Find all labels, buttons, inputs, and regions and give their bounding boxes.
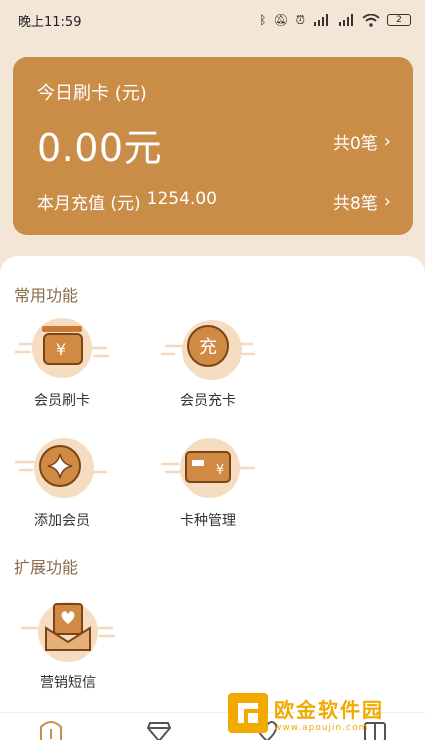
func-card-type-manage[interactable]: ¥ 卡种管理	[148, 432, 268, 530]
month-amount: 1254.00	[146, 189, 217, 209]
month-count-link[interactable]: 共8笔 ›	[333, 189, 391, 214]
month-recharge: 本月充值 (元) 1254.00	[37, 189, 217, 214]
today-count: 共0笔	[332, 134, 378, 154]
func-label: 会员充卡	[180, 393, 236, 409]
signal-hd-icon	[339, 14, 353, 26]
recharge-coin-icon: 充	[160, 320, 256, 380]
func-marketing-sms[interactable]: 营销短信	[8, 594, 128, 692]
svg-text:¥: ¥	[56, 340, 66, 359]
func-label: 卡种管理	[180, 513, 236, 529]
chevron-right-icon: ›	[383, 130, 391, 152]
svg-text:充: 充	[199, 337, 217, 358]
month-label: 本月充值 (元)	[37, 194, 141, 214]
func-label: 添加会员	[34, 513, 90, 529]
watermark-logo-icon	[228, 693, 268, 733]
chevron-right-icon: ›	[383, 190, 391, 212]
heart-envelope-icon	[20, 602, 116, 662]
wifi-icon	[362, 13, 380, 27]
card-yuan-icon: ¥	[160, 438, 256, 498]
function-panel: 常用功能 ¥ 会员刷卡 充 会员充卡 添加会员 ¥ 卡种管理 扩展功能 营销短信	[0, 256, 425, 740]
summary-card: 今日刷卡 (元) 0.00元 共0笔 › 本月充值 (元) 1254.00 共8…	[13, 57, 413, 235]
watermark-title: 欧金软件园	[274, 697, 384, 722]
status-bar: 晚上11:59 ᛒ 🔕︎ ⏰︎ 2	[0, 0, 425, 40]
func-member-recharge[interactable]: 充 会员充卡	[148, 312, 268, 410]
today-amount: 0.00元	[37, 126, 163, 170]
section-title-extended: 扩展功能	[14, 558, 79, 577]
watermark-url: www.apoujin.com	[274, 722, 369, 733]
diamond-icon[interactable]	[146, 717, 172, 740]
func-label: 营销短信	[40, 675, 96, 691]
watermark: 欧金软件园 www.apoujin.com	[228, 690, 420, 736]
alarm-icon: ⏰︎	[295, 12, 305, 27]
add-member-star-icon	[14, 438, 108, 498]
section-title-common: 常用功能	[14, 286, 79, 305]
svg-text:¥: ¥	[216, 463, 224, 478]
today-label: 今日刷卡 (元)	[37, 83, 147, 104]
status-icons: ᛒ 🔕︎ ⏰︎ 2	[259, 13, 411, 28]
func-member-swipe[interactable]: ¥ 会员刷卡	[2, 312, 122, 410]
wallet-yuan-icon: ¥	[14, 318, 110, 378]
battery-icon: 2	[387, 14, 411, 26]
status-time: 晚上11:59	[18, 14, 82, 30]
func-label: 会员刷卡	[34, 393, 90, 409]
func-add-member[interactable]: 添加会员	[2, 432, 122, 530]
month-count: 共8笔	[332, 194, 378, 214]
home-icon[interactable]	[38, 717, 64, 740]
bluetooth-icon: ᛒ	[259, 13, 267, 27]
mute-icon: 🔕︎	[273, 13, 289, 27]
today-count-link[interactable]: 共0笔 ›	[333, 129, 391, 154]
signal-hd-icon	[314, 14, 328, 26]
